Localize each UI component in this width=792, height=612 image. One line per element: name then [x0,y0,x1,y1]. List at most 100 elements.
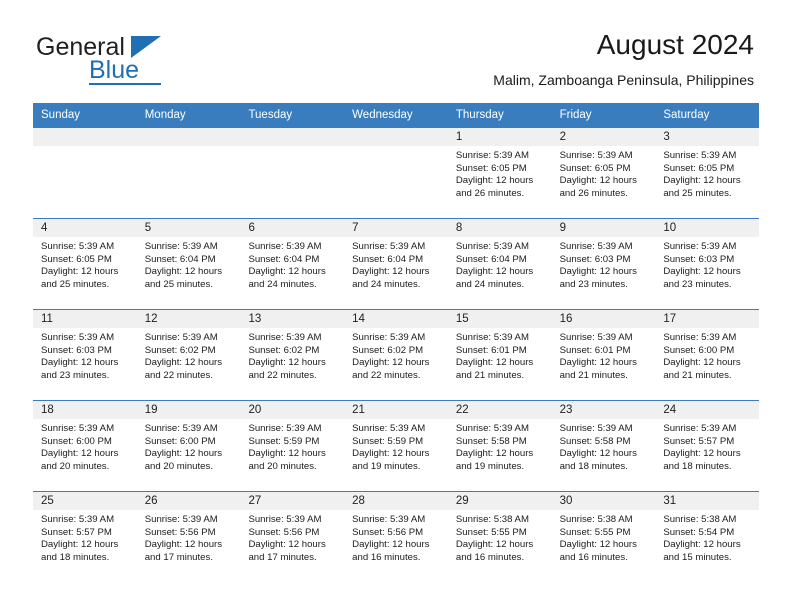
day-details: Sunrise: 5:39 AM Sunset: 6:03 PM Daylight:… [552,237,656,309]
day-cell[interactable]: 2 Sunrise: 5:39 AM Sunset: 6:05 PM Daylight… [551,128,656,218]
sunset-time: Sunset: 5:57 PM [663,435,735,447]
day-details: Sunrise: 5:39 AM Sunset: 6:00 PM Daylight:… [655,328,759,400]
daylight-duration-line2: and 16 minutes. [455,551,525,563]
sunrise-time: Sunrise: 5:39 AM [248,332,322,343]
day-cell-empty [240,128,345,218]
daylight-duration-line2: and 18 minutes. [559,460,628,472]
day-cell[interactable]: 13 Sunrise: 5:39 AM Sunset: 6:02 PM Dayligh… [240,310,345,400]
day-cell[interactable]: 22 Sunrise: 5:39 AM Sunset: 5:58 PM Dayligh… [447,401,552,491]
day-cell[interactable]: 29 Sunrise: 5:38 AM Sunset: 5:55 PM Dayligh… [447,492,552,582]
sunset-time: Sunset: 6:02 PM [248,344,320,356]
daylight-duration-line2: and 21 minutes. [663,369,732,381]
day-cell[interactable]: 26 Sunrise: 5:39 AM Sunset: 5:56 PM Dayligh… [136,492,241,582]
day-number: 25 [33,492,137,510]
sunrise-time: Sunrise: 5:39 AM [663,332,737,343]
day-details: Sunrise: 5:39 AM Sunset: 6:01 PM Daylight:… [448,328,552,400]
day-cell[interactable]: 25 Sunrise: 5:39 AM Sunset: 5:57 PM Dayligh… [33,492,137,582]
day-number: 9 [551,219,656,237]
daylight-duration-line1: Daylight: 12 hours [144,266,223,278]
sunrise-time: Sunrise: 5:39 AM [352,514,426,525]
day-details: Sunrise: 5:39 AM Sunset: 6:00 PM Daylight:… [137,419,241,491]
day-details: Sunrise: 5:39 AM Sunset: 5:59 PM Daylight:… [240,419,344,491]
day-cell[interactable]: 24 Sunrise: 5:39 AM Sunset: 5:57 PM Dayligh… [655,401,760,491]
day-number: 10 [655,219,760,237]
day-cell[interactable]: 20 Sunrise: 5:39 AM Sunset: 5:59 PM Dayligh… [240,401,345,491]
logo-text-blue: Blue [89,56,140,84]
day-cell[interactable]: 10 Sunrise: 5:39 AM Sunset: 6:03 PM Dayligh… [655,219,760,309]
day-number: 30 [551,492,656,510]
day-cell[interactable]: 5 Sunrise: 5:39 AM Sunset: 6:04 PM Daylight… [136,219,241,309]
sunrise-time: Sunrise: 5:39 AM [455,332,529,343]
day-cell[interactable]: 19 Sunrise: 5:39 AM Sunset: 6:00 PM Dayligh… [136,401,241,491]
sunrise-time: Sunrise: 5:39 AM [559,332,633,343]
day-number: 3 [655,128,760,146]
sunset-time: Sunset: 6:05 PM [663,162,735,174]
general-blue-logo[interactable]: General Blue [36,33,236,89]
day-cell[interactable]: 11 Sunrise: 5:39 AM Sunset: 6:03 PM Dayligh… [33,310,137,400]
day-number: 1 [447,128,552,146]
weekday-header-sunday: Sunday [41,109,81,121]
sunset-time: Sunset: 5:56 PM [352,526,424,538]
day-cell[interactable]: 28 Sunrise: 5:39 AM Sunset: 5:56 PM Dayligh… [344,492,448,582]
daylight-duration-line1: Daylight: 12 hours [144,448,223,460]
sunrise-time: Sunrise: 5:39 AM [663,423,737,434]
sunrise-time: Sunrise: 5:39 AM [248,241,322,252]
day-details: Sunrise: 5:39 AM Sunset: 6:03 PM Daylight:… [33,328,137,400]
day-cell[interactable]: 17 Sunrise: 5:39 AM Sunset: 6:00 PM Dayligh… [655,310,760,400]
daylight-duration-line1: Daylight: 12 hours [455,448,534,460]
daylight-duration-line1: Daylight: 12 hours [41,357,119,369]
daylight-duration-line1: Daylight: 12 hours [144,539,223,551]
day-number: 28 [344,492,448,510]
day-cell[interactable]: 14 Sunrise: 5:39 AM Sunset: 6:02 PM Dayligh… [344,310,448,400]
day-cell[interactable]: 7 Sunrise: 5:39 AM Sunset: 6:04 PM Daylight… [344,219,448,309]
sunrise-time: Sunrise: 5:39 AM [352,423,426,434]
day-cell[interactable]: 8 Sunrise: 5:39 AM Sunset: 6:04 PM Daylight… [447,219,552,309]
daylight-duration-line2: and 16 minutes. [352,551,421,563]
sunrise-time: Sunrise: 5:39 AM [41,514,115,525]
sunrise-time: Sunrise: 5:39 AM [248,514,322,525]
daylight-duration-line1: Daylight: 12 hours [663,266,741,278]
daylight-duration-line2: and 17 minutes. [248,551,317,563]
day-details: Sunrise: 5:39 AM Sunset: 5:57 PM Daylight:… [655,419,759,491]
day-cell[interactable]: 3 Sunrise: 5:39 AM Sunset: 6:05 PM Daylight… [655,128,760,218]
daylight-duration-line2: and 19 minutes. [455,460,525,472]
day-cell[interactable]: 4 Sunrise: 5:39 AM Sunset: 6:05 PM Daylight… [33,219,137,309]
sunset-time: Sunset: 5:55 PM [559,526,631,538]
daylight-duration-line1: Daylight: 12 hours [352,539,430,551]
sunset-time: Sunset: 5:58 PM [455,435,527,447]
day-details: Sunrise: 5:39 AM Sunset: 6:05 PM Daylight:… [655,146,759,218]
sunset-time: Sunset: 6:05 PM [455,162,527,174]
sunrise-time: Sunrise: 5:39 AM [559,423,633,434]
day-details: Sunrise: 5:39 AM Sunset: 6:02 PM Daylight:… [137,328,241,400]
day-cell[interactable]: 6 Sunrise: 5:39 AM Sunset: 6:04 PM Daylight… [240,219,345,309]
day-cell[interactable]: 31 Sunrise: 5:38 AM Sunset: 5:54 PM Dayligh… [655,492,760,582]
sunset-time: Sunset: 6:01 PM [455,344,527,356]
day-cell[interactable]: 27 Sunrise: 5:39 AM Sunset: 5:56 PM Dayligh… [240,492,345,582]
sunset-time: Sunset: 5:59 PM [352,435,424,447]
day-cell[interactable]: 23 Sunrise: 5:39 AM Sunset: 5:58 PM Dayligh… [551,401,656,491]
day-details: Sunrise: 5:39 AM Sunset: 5:59 PM Daylight:… [344,419,448,491]
day-cell[interactable]: 12 Sunrise: 5:39 AM Sunset: 6:02 PM Dayligh… [136,310,241,400]
day-cell[interactable]: 30 Sunrise: 5:38 AM Sunset: 5:55 PM Dayligh… [551,492,656,582]
day-number: 31 [655,492,760,510]
day-cell[interactable]: 21 Sunrise: 5:39 AM Sunset: 5:59 PM Dayligh… [344,401,448,491]
daylight-duration-line2: and 20 minutes. [41,460,110,472]
sunrise-time: Sunrise: 5:39 AM [144,514,218,525]
sunset-time: Sunset: 6:04 PM [352,253,424,265]
day-cell[interactable]: 9 Sunrise: 5:39 AM Sunset: 6:03 PM Daylight… [551,219,656,309]
daylight-duration-line2: and 26 minutes. [455,187,525,199]
sunrise-time: Sunrise: 5:39 AM [663,241,737,252]
daylight-duration-line2: and 15 minutes. [663,551,732,563]
day-cell[interactable]: 15 Sunrise: 5:39 AM Sunset: 6:01 PM Dayligh… [447,310,552,400]
day-cell[interactable]: 18 Sunrise: 5:39 AM Sunset: 6:00 PM Dayligh… [33,401,137,491]
sunrise-time: Sunrise: 5:38 AM [663,514,737,525]
sunset-time: Sunset: 6:02 PM [352,344,424,356]
day-number: 11 [33,310,137,328]
day-number: 24 [655,401,760,419]
day-cell[interactable]: 16 Sunrise: 5:39 AM Sunset: 6:01 PM Dayligh… [551,310,656,400]
daylight-duration-line2: and 22 minutes. [144,369,213,381]
day-details [240,146,344,218]
daylight-duration-line1: Daylight: 12 hours [352,448,430,460]
day-cell[interactable]: 1 Sunrise: 5:39 AM Sunset: 6:05 PM Daylight… [447,128,552,218]
day-details: Sunrise: 5:39 AM Sunset: 5:56 PM Daylight:… [344,510,448,582]
